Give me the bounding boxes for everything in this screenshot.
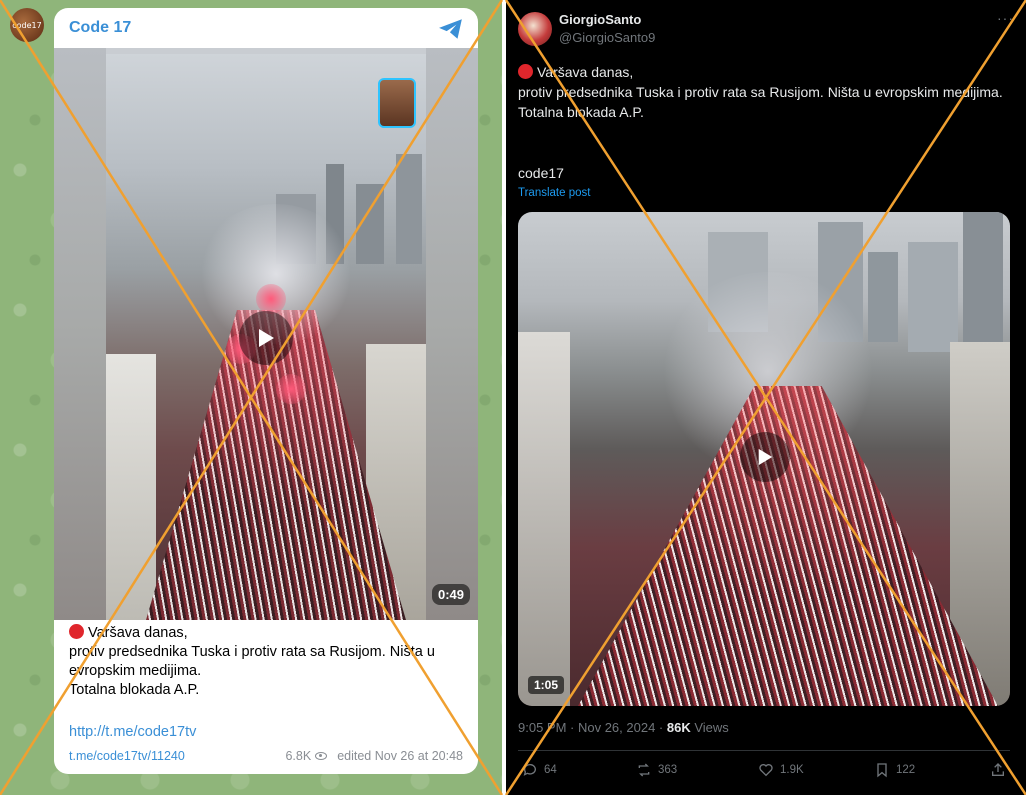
translate-post-link[interactable]: Translate post xyxy=(518,187,590,199)
flare xyxy=(276,374,306,404)
post-code: code17 xyxy=(518,165,564,181)
divider xyxy=(518,750,1010,751)
text-line: protiv predsednika Tuska i protiv rata s… xyxy=(518,84,1003,100)
video-blur-right xyxy=(426,48,478,620)
message-meta: 6.8K edited Nov 26 at 20:48 xyxy=(285,749,463,763)
play-icon xyxy=(259,329,274,347)
reply-count: 64 xyxy=(544,764,557,776)
view-count: 6.8K xyxy=(285,749,312,763)
user-handle[interactable]: @GiorgioSanto9 xyxy=(559,30,655,45)
post-text: Varšava danas, protiv predsednika Tuska … xyxy=(518,62,1008,122)
views-label: Views xyxy=(690,720,729,735)
flare xyxy=(256,284,286,314)
channel-name[interactable]: Code 17 xyxy=(69,19,131,37)
post-link[interactable]: t.me/code17tv/11240 xyxy=(69,749,185,763)
text-line: Varšava danas, xyxy=(537,64,634,80)
post-timestamp[interactable]: 9:05 PM · Nov 26, 2024 · 86K Views xyxy=(518,720,729,735)
bookmark-icon xyxy=(877,763,887,778)
reply-button[interactable]: 64 xyxy=(522,762,557,778)
views-count: 86K xyxy=(666,720,691,735)
watermark-logo xyxy=(378,78,416,128)
action-bar: 64 363 1.9K 122 xyxy=(518,762,1010,784)
bookmark-button[interactable]: 122 xyxy=(874,762,915,778)
channel-link[interactable]: http://t.me/code17tv xyxy=(69,724,196,740)
timestamp-text: 9:05 PM · Nov 26, 2024 · xyxy=(518,720,667,735)
telegram-message-card: Code 17 0:49 Varšava danas, protiv preds… xyxy=(54,8,478,774)
video-blur-left xyxy=(54,48,106,620)
user-avatar[interactable] xyxy=(518,12,552,46)
repost-count: 363 xyxy=(658,764,678,776)
telegram-plane-icon[interactable] xyxy=(438,18,464,40)
text-line: Totalna blokada A.P. xyxy=(69,682,200,698)
video-duration: 0:49 xyxy=(431,584,470,605)
building-left xyxy=(518,332,570,706)
red-circle-icon xyxy=(69,624,84,639)
reply-icon xyxy=(523,764,536,776)
eye-icon xyxy=(315,752,328,760)
bookmark-count: 122 xyxy=(896,764,916,776)
share-button[interactable] xyxy=(990,762,1006,778)
like-icon xyxy=(759,764,773,777)
crowd xyxy=(578,386,998,706)
text-line: Totalna blokada A.P. xyxy=(518,104,644,120)
video-duration: 1:05 xyxy=(528,676,565,694)
share-icon xyxy=(992,763,1004,776)
text-line: Varšava danas, xyxy=(88,625,188,641)
text-line: protiv predsednika Tuska i protiv rata s… xyxy=(69,644,435,679)
play-button[interactable] xyxy=(239,311,293,365)
x-video[interactable]: 1:05 xyxy=(518,212,1010,706)
play-button[interactable] xyxy=(740,432,790,482)
edited-timestamp: edited Nov 26 at 20:48 xyxy=(337,749,463,763)
more-options-icon[interactable]: ··· xyxy=(997,10,1014,26)
repost-button[interactable]: 363 xyxy=(636,762,677,778)
like-count: 1.9K xyxy=(780,764,804,776)
telegram-header: Code 17 xyxy=(54,8,478,48)
message-text: Varšava danas, protiv predsednika Tuska … xyxy=(69,624,469,700)
telegram-video[interactable]: 0:49 xyxy=(54,48,478,620)
like-button[interactable]: 1.9K xyxy=(758,762,804,778)
building-left xyxy=(106,354,156,620)
channel-avatar[interactable]: code17 xyxy=(10,8,44,42)
x-panel: GiorgioSanto @GiorgioSanto9 ··· Varšava … xyxy=(506,0,1026,795)
display-name[interactable]: GiorgioSanto xyxy=(559,12,641,27)
play-icon xyxy=(758,448,773,466)
repost-icon xyxy=(638,763,650,777)
message-footer: t.me/code17tv/11240 6.8K edited Nov 26 a… xyxy=(69,749,463,767)
telegram-panel: code17 Code 17 0:49 Varšava danas, proti… xyxy=(0,0,502,795)
avatar-label: code17 xyxy=(12,20,42,30)
red-circle-icon xyxy=(518,64,533,79)
